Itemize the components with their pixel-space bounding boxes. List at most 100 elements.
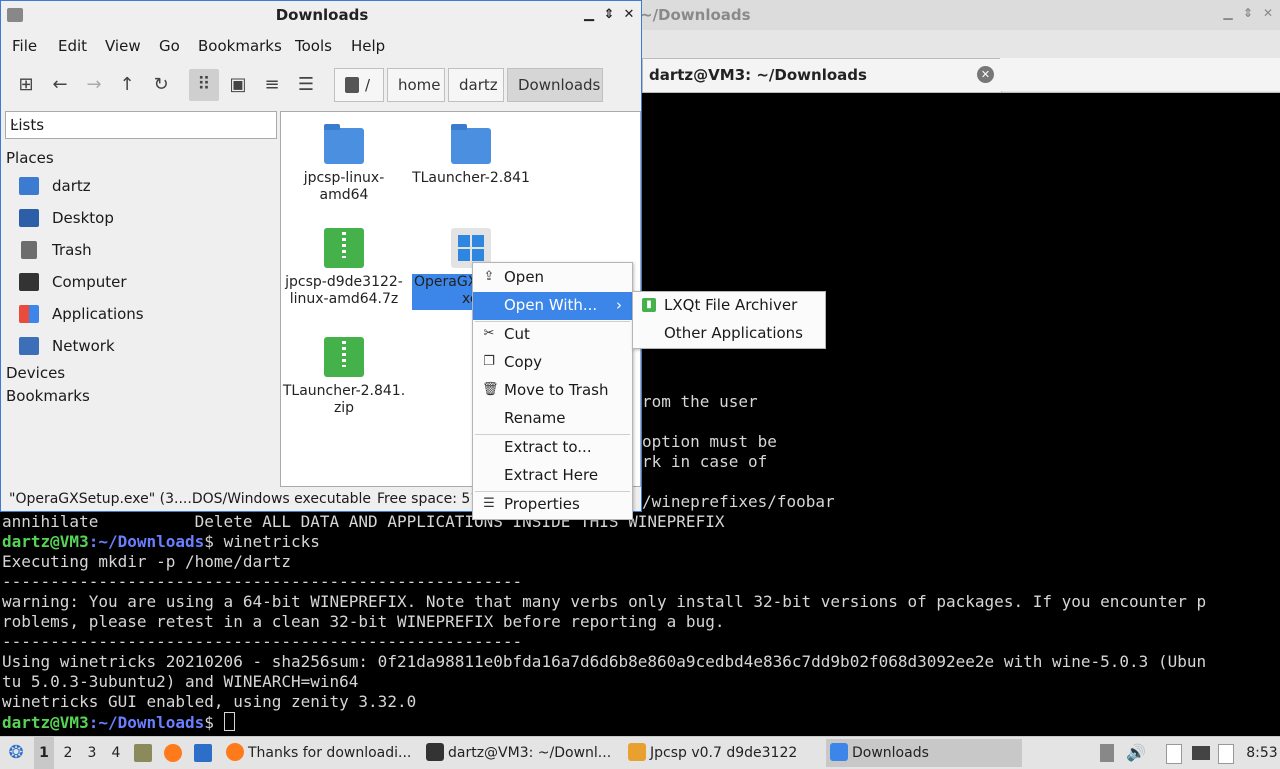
desktop-1[interactable]: 1 [34,737,54,769]
terminal-prompt-line[interactable]: dartz@VM3:~/Downloads$ [2,712,235,733]
task-terminal[interactable]: dartz@VM3: ~/Downl... [422,739,618,767]
menu-tools[interactable]: Tools [295,37,332,55]
close-icon[interactable]: ✕ [1260,6,1276,22]
properties-icon: ☰ [483,496,495,511]
file-item-folder[interactable]: jpcsp-linux-amd64 [281,124,407,204]
menu-item-cut[interactable]: ✂ Cut [473,321,632,349]
menu-item-label: Rename [504,409,566,427]
prompt-path: :~/Downloads [88,532,205,551]
sidebar-item-network[interactable]: Network [19,333,275,361]
back-icon[interactable]: ← [45,69,75,101]
desktop-3[interactable]: 3 [82,737,102,769]
menu-item-rename[interactable]: Rename [473,405,632,433]
command-text: winetricks [213,532,320,551]
side-pane-mode-select[interactable]: Lists ⌄ [5,111,277,139]
sidebar-item-applications[interactable]: Applications [19,301,275,329]
new-tab-icon[interactable]: ⊞ [11,69,41,101]
compact-view-icon[interactable]: ≡ [257,69,287,101]
task-firefox[interactable]: Thanks for downloadi... [222,739,416,767]
file-name-line: xe [462,291,478,307]
menu-help[interactable]: Help [351,37,385,55]
desktop-4[interactable]: 4 [106,737,126,769]
places-heading[interactable]: Places [6,149,54,167]
volume-icon[interactable]: 🔊 [1126,737,1146,769]
menu-view[interactable]: View [105,37,141,55]
icon-view-icon[interactable]: ⠿ [189,69,219,101]
file-item-archive[interactable]: TLauncher-2.841. zip [281,337,407,417]
network-icon [19,337,39,355]
window-title: Downloads [275,6,369,24]
notes-icon[interactable] [1218,744,1234,764]
folder-icon [451,124,491,164]
file-item-folder[interactable]: TLauncher-2.841 [408,124,534,187]
submenu-item-other-applications[interactable]: Other Applications [633,320,825,348]
removable-media-icon[interactable] [1100,744,1114,762]
menu-item-label: LXQt File Archiver [664,296,798,314]
file-name: TLauncher-2.841. zip [281,383,407,417]
menu-item-open-with[interactable]: Open With... › [473,292,632,320]
menu-item-move-to-trash[interactable]: 🗑 Move to Trash [473,377,632,405]
minimize-icon[interactable]: ▁ [581,7,597,23]
breadcrumb-dartz[interactable]: dartz [448,68,504,102]
menu-item-label: Move to Trash [504,381,609,399]
terminal-tab[interactable]: dartz@VM3: ~/Downloads ✕ [642,58,1002,92]
submenu-item-lxqt-archiver[interactable]: ▮ LXQt File Archiver [633,292,825,320]
up-icon[interactable]: ↑ [112,69,142,101]
menu-item-open[interactable]: ⇪ Open [473,264,632,292]
start-menu-icon[interactable]: ❂ [4,737,28,769]
network-status-icon[interactable] [1192,746,1210,760]
maximize-icon[interactable]: ⇕ [1240,6,1256,22]
terminal-line: tu 5.0.3-3ubuntu2) and WINEARCH=win64 [2,672,359,691]
sidebar-item-computer[interactable]: Computer [19,269,275,297]
side-pane: Lists ⌄ Places dartz Desktop Trash Compu… [5,111,277,487]
taskbar: ❂ 1 2 3 4 Thanks for downloadi... dartz@… [0,736,1280,769]
bookmarks-heading[interactable]: Bookmarks [6,387,90,405]
menu-item-properties[interactable]: ☰ Properties [473,491,632,519]
tab-close-icon[interactable]: ✕ [977,66,994,83]
file-name-line: jpcsp-linux- [303,170,385,186]
task-downloads[interactable]: Downloads [826,739,1022,767]
menu-item-extract-to[interactable]: Extract to... [473,434,632,462]
forward-icon[interactable]: → [79,69,109,101]
terminal-menubar [642,30,1280,58]
menu-item-copy[interactable]: ❐ Copy [473,349,632,377]
clock[interactable]: 8:53 [1246,737,1278,769]
sidebar-item-trash[interactable]: Trash [19,237,275,265]
terminal-prompt-line: dartz@VM3:~/Downloads$ winetricks [2,532,320,552]
maximize-icon[interactable]: ⇕ [601,7,617,23]
file-item-archive[interactable]: jpcsp-d9de3122- linux-amd64.7z [281,228,407,308]
breadcrumb-root[interactable]: / [334,68,384,102]
tabbar-filler [1000,58,1280,91]
menu-item-extract-here[interactable]: Extract Here [473,462,632,490]
prompt-user: dartz@VM3 [2,532,89,551]
terminal-title: ~/Downloads [640,6,751,24]
menu-bookmarks[interactable]: Bookmarks [198,37,282,55]
breadcrumb-home[interactable]: home [387,68,445,102]
desktop-2[interactable]: 2 [58,737,78,769]
terminal-line: rom the user [642,392,758,411]
breadcrumb-downloads[interactable]: Downloads [507,68,603,102]
task-jpcsp[interactable]: Jpcsp v0.7 d9de3122 [624,739,820,767]
menu-file[interactable]: File [12,37,37,55]
minimize-icon[interactable]: ▁ [1220,6,1236,22]
free-space-text: Free space: 51 [377,491,480,507]
clipboard-icon[interactable] [1166,744,1182,764]
devices-heading[interactable]: Devices [6,364,65,382]
firefox-launcher-icon[interactable] [164,744,182,762]
sidebar-item-label: dartz [52,177,91,195]
sidebar-item-dartz[interactable]: dartz [19,173,275,201]
file-name-line: zip [333,400,355,416]
menu-edit[interactable]: Edit [58,37,87,55]
file-name: jpcsp-linux-amd64 [281,170,407,204]
detailed-view-icon[interactable]: ☰ [291,69,321,101]
show-desktop-icon[interactable] [194,744,212,762]
sidebar-item-desktop[interactable]: Desktop [19,205,275,233]
thumbnail-view-icon[interactable]: ▣ [223,69,253,101]
file-manager-launcher-icon[interactable] [134,744,152,762]
menu-go[interactable]: Go [159,37,180,55]
firefox-icon [226,743,244,761]
terminal-line: winetricks GUI enabled, using zenity 3.3… [2,692,417,711]
close-icon[interactable]: ✕ [621,7,637,23]
applications-icon [19,305,39,323]
reload-icon[interactable]: ↻ [146,69,176,101]
